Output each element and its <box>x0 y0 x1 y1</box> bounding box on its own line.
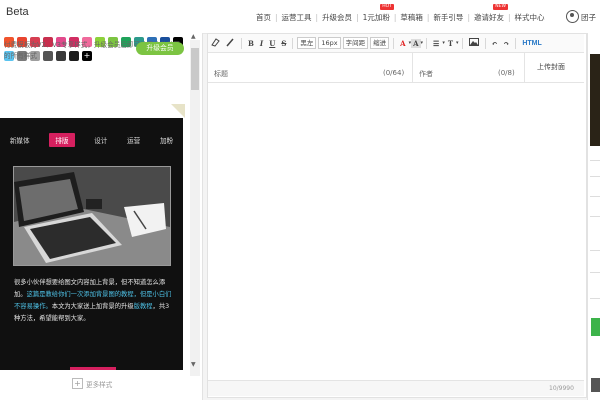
preview-paragraph: 很多小伙伴想要给图文内容加上背景，但不知道怎么添加。这篇是教给你们一次添加背景图… <box>14 277 172 325</box>
nav-item[interactable]: 新手引导 <box>429 12 467 23</box>
sidebar-bottom-button[interactable] <box>591 378 600 392</box>
toolbar-divider <box>292 37 294 49</box>
toolbar-divider <box>484 37 486 49</box>
laptop-illustration <box>14 167 170 265</box>
nav-badge: NEW <box>493 4 508 10</box>
preview-nav-item: 加粉 <box>159 137 174 145</box>
plus-icon: + <box>72 378 83 389</box>
editor-footer <box>208 380 584 396</box>
sidebar-divider <box>590 196 600 197</box>
toolbar-divider <box>426 37 428 49</box>
editor-area[interactable] <box>207 33 587 398</box>
scroll-down-icon[interactable]: ▼ <box>191 361 196 368</box>
upload-cover-button[interactable]: 上传封面 <box>537 62 565 72</box>
app-logo[interactable]: Beta <box>6 6 29 18</box>
preview-nav-item: 设计 <box>94 137 108 145</box>
more-styles-label: 更多样式 <box>86 380 113 389</box>
meta-row <box>208 53 584 83</box>
eraser-icon[interactable] <box>208 37 223 49</box>
bold-button[interactable]: B <box>245 39 257 48</box>
format-toolbar: B I U S 黑左 16px 字间距 缩进 A ▾ A ▾ ☰ ▾ T ▾ ↶ ↷ H… <box>208 34 584 53</box>
toolbar-divider <box>393 37 395 49</box>
more-styles-button[interactable]: + 更多样式 <box>72 378 112 389</box>
sidebar-divider <box>590 176 600 177</box>
font-family-select[interactable]: 黑左 <box>297 37 317 49</box>
preview-accent-bar <box>70 367 116 370</box>
preview-text-highlight-2: 版教程 <box>133 303 153 310</box>
text-size-icon[interactable]: T <box>445 39 456 48</box>
word-count: 10/9990 <box>549 385 574 392</box>
chevron-down-icon[interactable]: ▾ <box>456 40 459 46</box>
preview-nav-item: 排版 <box>49 133 75 147</box>
field-divider <box>412 53 413 82</box>
html-button[interactable]: HTML <box>519 40 544 47</box>
sidebar-divider <box>590 216 600 217</box>
brush-icon[interactable] <box>223 38 238 49</box>
nav-item[interactable]: 1元加粉 HOT <box>359 4 394 23</box>
preview-nav-item: 新媒体 <box>9 137 30 145</box>
user-avatar-icon[interactable] <box>566 10 579 23</box>
nav-item[interactable]: 草稿箱 <box>396 12 427 23</box>
preview-nav-item: 运营 <box>127 137 141 145</box>
author-input[interactable]: 作者 <box>419 69 433 79</box>
toolbar-divider <box>241 37 242 49</box>
title-count: (0/64) <box>383 69 405 77</box>
line-height-icon[interactable]: ☰ <box>430 39 442 48</box>
underline-button[interactable]: U <box>266 39 278 48</box>
toolbar-divider <box>515 37 517 49</box>
sidebar-divider <box>590 298 600 299</box>
corner-fold-icon <box>171 104 185 118</box>
letter-spacing-select[interactable]: 字间距 <box>342 37 369 49</box>
sidebar-divider <box>590 160 600 161</box>
strikethrough-button[interactable]: S <box>278 39 289 48</box>
undo-icon[interactable]: ↶ <box>489 39 501 48</box>
laptop-photo <box>13 166 171 266</box>
chevron-down-icon[interactable]: ▾ <box>421 40 424 46</box>
nav-item[interactable]: 样式中心 <box>511 12 549 23</box>
image-icon[interactable] <box>466 38 482 48</box>
nav-badge: HOT <box>380 4 394 10</box>
upgrade-button[interactable]: 升级会员 <box>136 42 184 55</box>
user-name[interactable]: 团子 <box>581 12 596 23</box>
bg-color-button[interactable]: A <box>411 38 421 48</box>
style-panel-scrollbar[interactable] <box>190 40 200 376</box>
field-divider <box>524 53 525 82</box>
toolbar-divider <box>461 37 463 49</box>
promo-banner[interactable] <box>590 54 600 146</box>
sidebar-divider <box>590 250 600 251</box>
top-nav: 首页 | 运营工具 | 升级会员 | 1元加粉 HOT | 草稿箱 | 新手引导 | 邀请好友 NEW | 样式… <box>252 4 549 23</box>
nav-item[interactable]: 首页 <box>252 12 275 23</box>
sidebar-green-button[interactable] <box>591 318 600 336</box>
author-count: (0/8) <box>498 69 515 77</box>
preview-text-2: 本文为大家送上加背景的升级 <box>51 303 134 310</box>
font-color-button[interactable]: A <box>397 39 408 48</box>
preview-nav: 新媒体 排版 设计 运营 加粉 <box>0 133 183 147</box>
nav-item[interactable]: 升级会员 <box>318 12 356 23</box>
italic-button[interactable]: I <box>257 39 266 48</box>
indent-select[interactable]: 缩进 <box>370 37 390 49</box>
scroll-up-icon[interactable]: ▲ <box>191 33 196 40</box>
scrollbar-thumb[interactable] <box>191 48 199 90</box>
redo-icon[interactable]: ↷ <box>500 39 512 48</box>
sidebar-divider <box>590 272 600 273</box>
nav-item[interactable]: 邀请好友 NEW <box>470 4 508 23</box>
title-input[interactable]: 标题 <box>214 69 228 79</box>
nav-item[interactable]: 运营工具 <box>278 12 316 23</box>
font-size-select[interactable]: 16px <box>318 37 341 49</box>
